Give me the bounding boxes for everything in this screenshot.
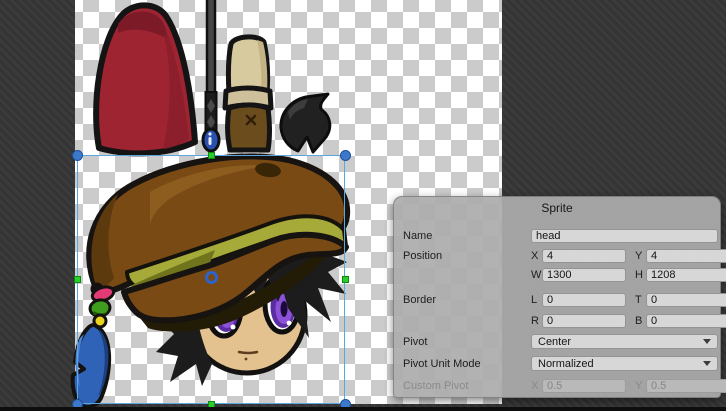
border-t-input[interactable] [646, 293, 726, 307]
border-l-input[interactable] [542, 293, 626, 307]
pivot-unit-mode-select[interactable]: Normalized [531, 356, 718, 371]
custom-pivot-label: Custom Pivot [403, 380, 468, 392]
pivot-label: Pivot [403, 336, 427, 348]
name-input[interactable] [531, 229, 718, 243]
w-axis-label: W [531, 269, 542, 281]
position-h-input[interactable] [646, 268, 726, 282]
sprite-panel: Sprite Name Position X Y W H Border L T [393, 196, 721, 398]
custom-pivot-x-input [542, 379, 626, 393]
selection-handle-top-middle[interactable] [208, 152, 215, 159]
border-label: Border [403, 294, 436, 306]
t-axis-label: T [635, 294, 646, 306]
pivot-unit-mode-value: Normalized [538, 358, 594, 370]
h-axis-label: H [635, 269, 646, 281]
panel-title: Sprite [394, 201, 720, 215]
pivot-select[interactable]: Center [531, 334, 718, 349]
window-bottom-edge [0, 407, 726, 411]
border-b-input[interactable] [646, 314, 726, 328]
pivot-select-value: Center [538, 336, 571, 348]
pivot-handle[interactable] [205, 271, 218, 284]
custom-pivot-x-label: X [531, 380, 542, 392]
b-axis-label: B [635, 315, 646, 327]
border-r-input[interactable] [542, 314, 626, 328]
l-axis-label: L [531, 294, 542, 306]
x-axis-label: X [531, 250, 542, 262]
position-label: Position [403, 250, 442, 262]
name-label: Name [403, 230, 432, 242]
y-axis-label: Y [635, 250, 646, 262]
custom-pivot-y-label: Y [635, 380, 646, 392]
selection-handle-middle-right[interactable] [342, 276, 349, 283]
r-axis-label: R [531, 315, 542, 327]
selection-handle-top-right[interactable] [340, 150, 351, 161]
pivot-unit-mode-label: Pivot Unit Mode [403, 358, 481, 370]
selection-handle-middle-left[interactable] [74, 276, 81, 283]
chevron-down-icon [703, 339, 711, 344]
position-y-input[interactable] [646, 249, 726, 263]
custom-pivot-y-input [646, 379, 726, 393]
selection-handle-top-left[interactable] [72, 150, 83, 161]
position-x-input[interactable] [542, 249, 626, 263]
sprite-editor-window: Sprite Name Position X Y W H Border L T [0, 0, 726, 411]
chevron-down-icon [703, 361, 711, 366]
position-w-input[interactable] [542, 268, 626, 282]
